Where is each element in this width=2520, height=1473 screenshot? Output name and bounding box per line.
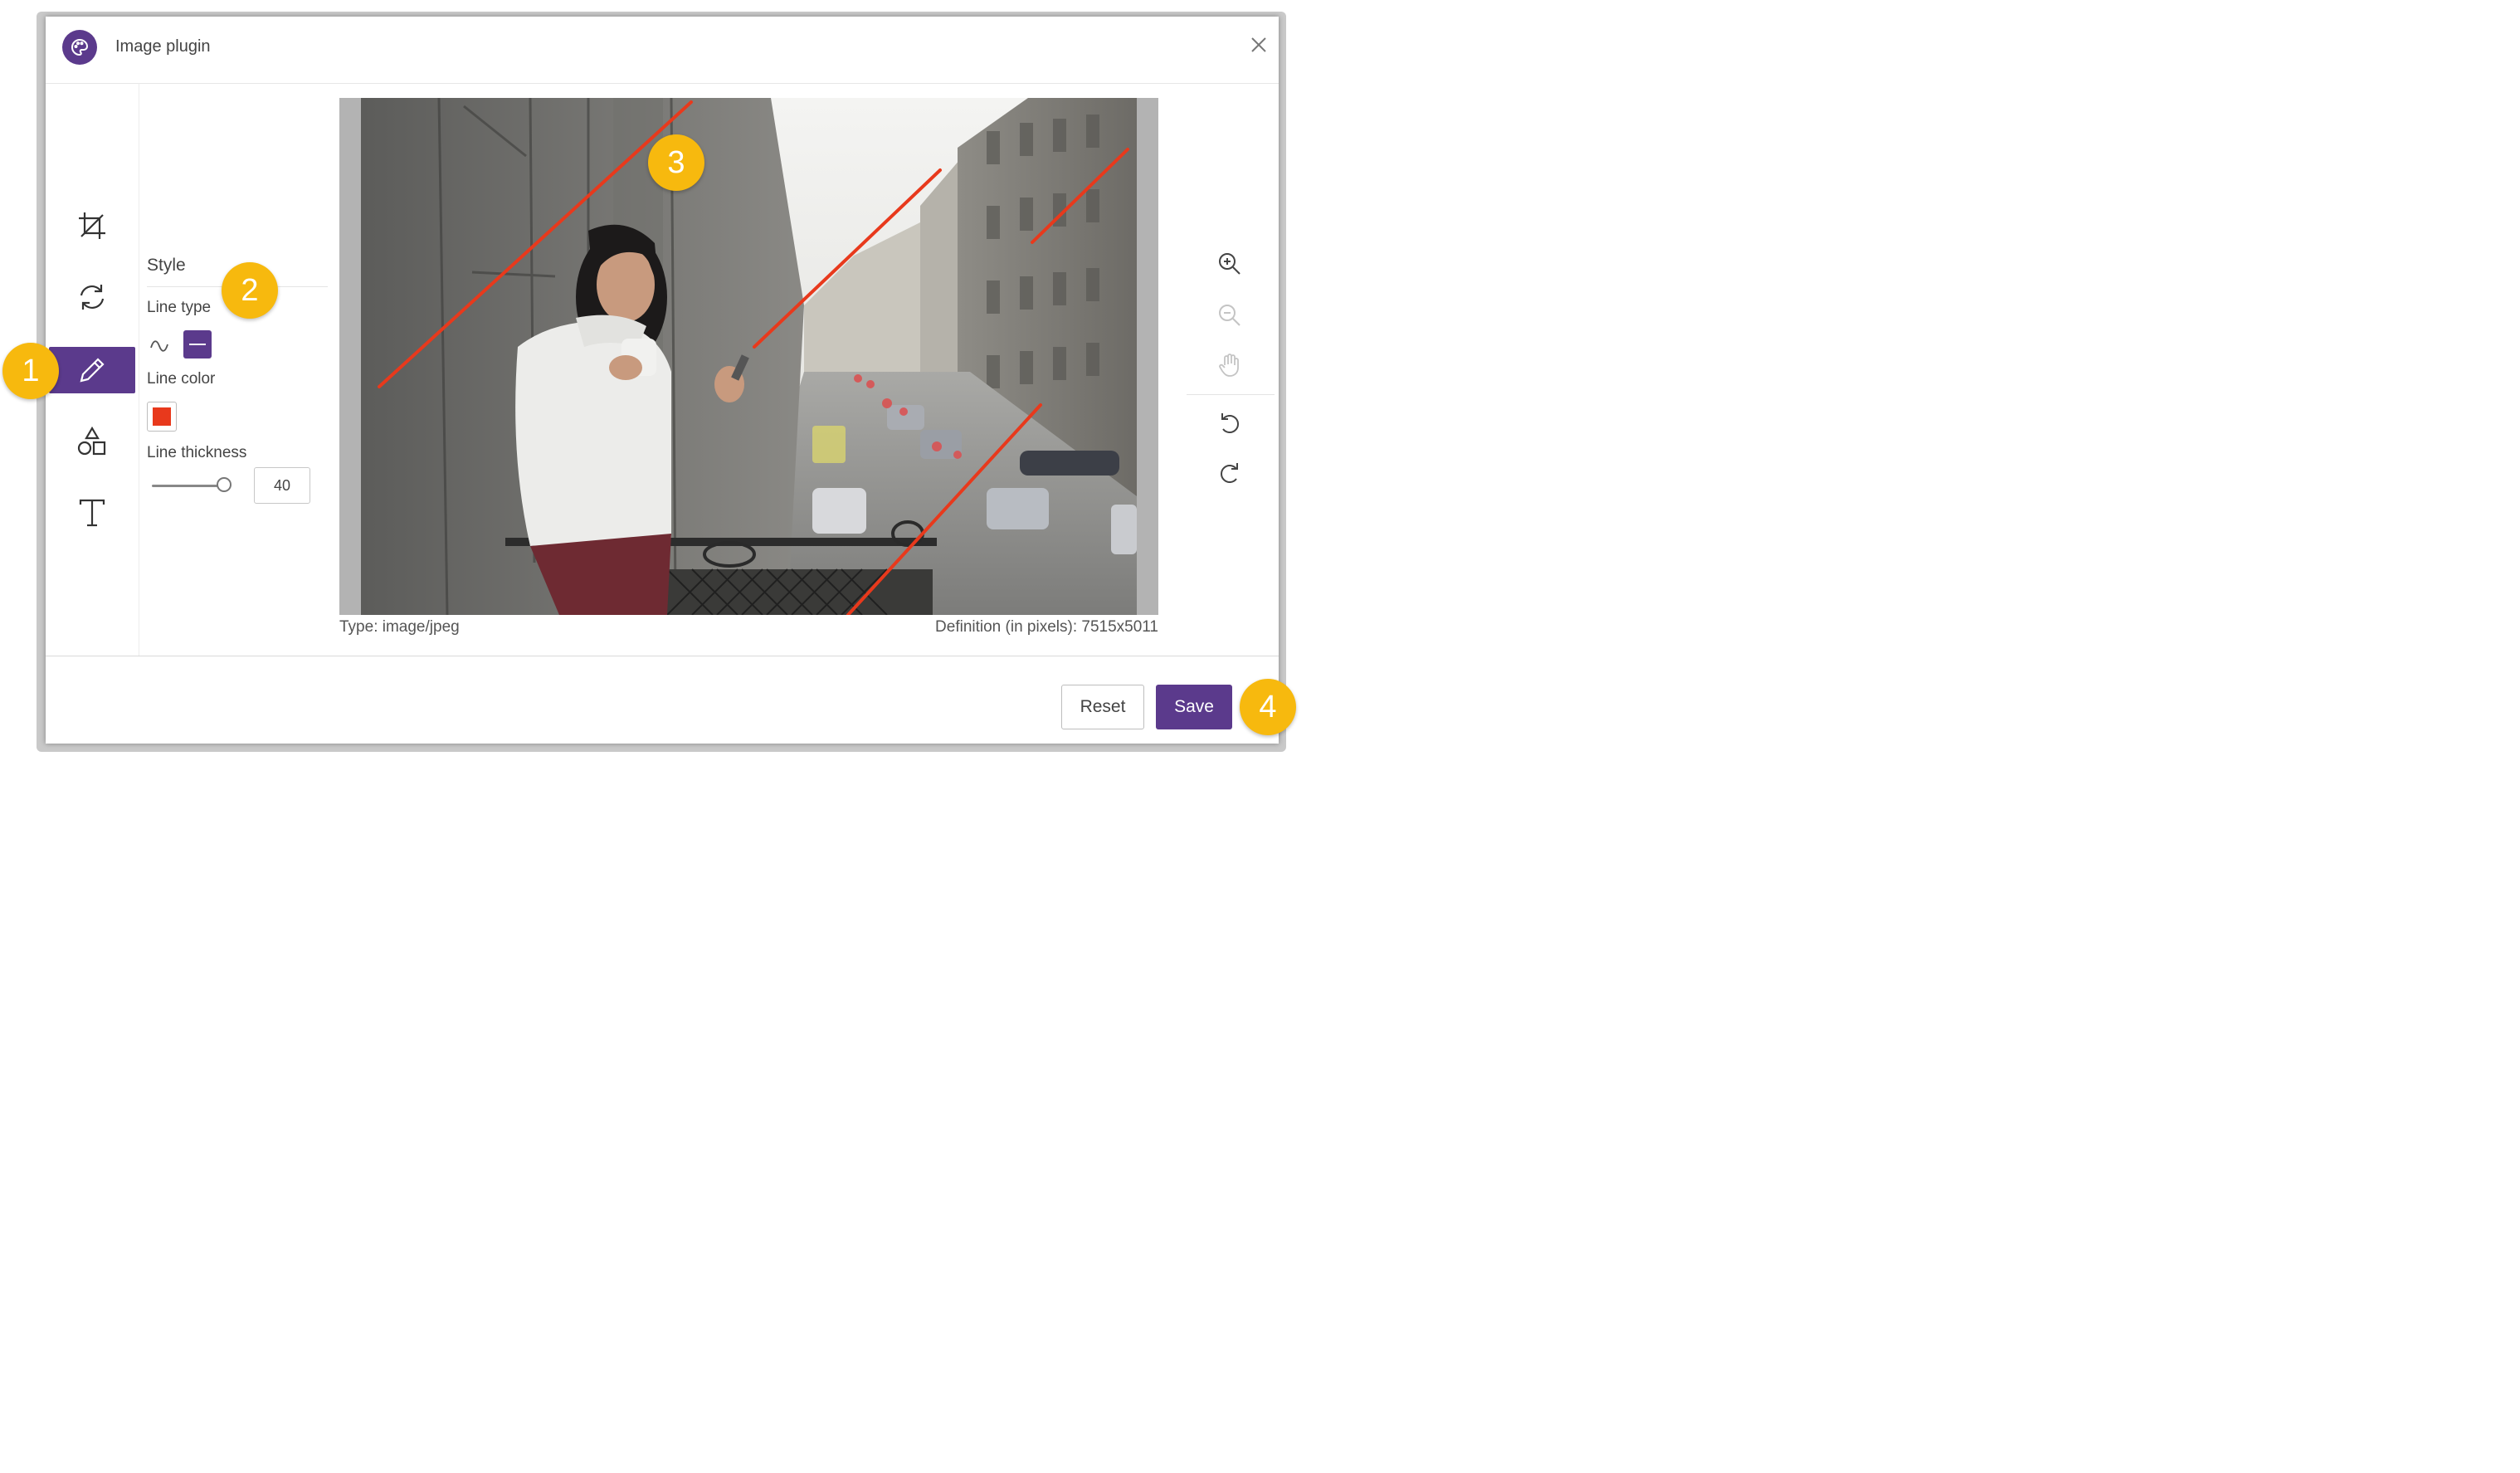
zoom-in-button[interactable] [1213,247,1246,280]
line-type-label: Line type [147,299,212,316]
slider-track [152,485,225,487]
line-thickness-label: Line thickness [147,444,247,461]
wave-icon [150,340,168,352]
undo-icon [1221,413,1239,433]
dialog-header: Image plugin [46,17,1279,84]
undo-button[interactable] [1213,407,1246,440]
reset-button[interactable]: Reset [1061,685,1144,729]
edit-tools-toolbar [46,83,139,656]
image-type-text: Type: image/jpeg [339,618,460,636]
image-plugin-dialog: Image plugin Style Line type Line color … [46,17,1279,744]
line-thickness-input[interactable]: 40 [254,467,310,504]
pan-button[interactable] [1213,349,1246,382]
text-tool-button[interactable] [49,490,135,536]
line-thickness-slider[interactable] [152,475,243,496]
callout-badge-2: 2 [222,262,278,319]
style-heading: Style [147,256,186,275]
draw-style-panel: Style Line type Line color Line thicknes… [139,83,330,656]
image-definition-text: Definition (in pixels): 7515x5011 [935,618,1158,636]
straight-line-icon [189,344,206,345]
dialog-footer: Reset Save [46,656,1279,744]
draw-tool-button[interactable] [49,347,135,393]
line-type-freehand-button[interactable] [147,330,175,358]
zoom-in-icon [1219,253,1241,275]
line-color-swatch[interactable] [147,402,177,432]
line-type-straight-button[interactable] [183,330,212,358]
view-tools-toolbar [1187,83,1278,656]
text-icon [79,499,105,527]
zoom-out-icon [1219,305,1241,326]
dialog-title: Image plugin [115,37,211,56]
close-icon[interactable] [1247,33,1270,56]
hand-icon [1219,354,1239,377]
slider-knob[interactable] [217,477,232,492]
rotate-tool-button[interactable] [49,274,135,320]
pencil-icon [80,358,105,383]
callout-badge-1: 1 [2,343,59,399]
line-color-label: Line color [147,370,216,388]
shapes-icon [77,426,106,456]
callout-badge-4: 4 [1240,679,1296,735]
image-canvas[interactable] [339,98,1158,615]
rotate-icon [80,285,105,310]
redo-icon [1221,463,1238,483]
line-color-fill [153,407,171,426]
photo-with-drawn-lines [339,98,1158,615]
callout-badge-3: 3 [648,134,704,191]
zoom-out-button[interactable] [1213,299,1246,332]
redo-button[interactable] [1213,456,1246,490]
palette-icon [62,30,97,65]
save-button[interactable]: Save [1156,685,1232,729]
view-tools-divider [1187,394,1275,395]
crop-tool-button[interactable] [49,202,135,249]
crop-icon [79,212,105,239]
shapes-tool-button[interactable] [49,418,135,465]
